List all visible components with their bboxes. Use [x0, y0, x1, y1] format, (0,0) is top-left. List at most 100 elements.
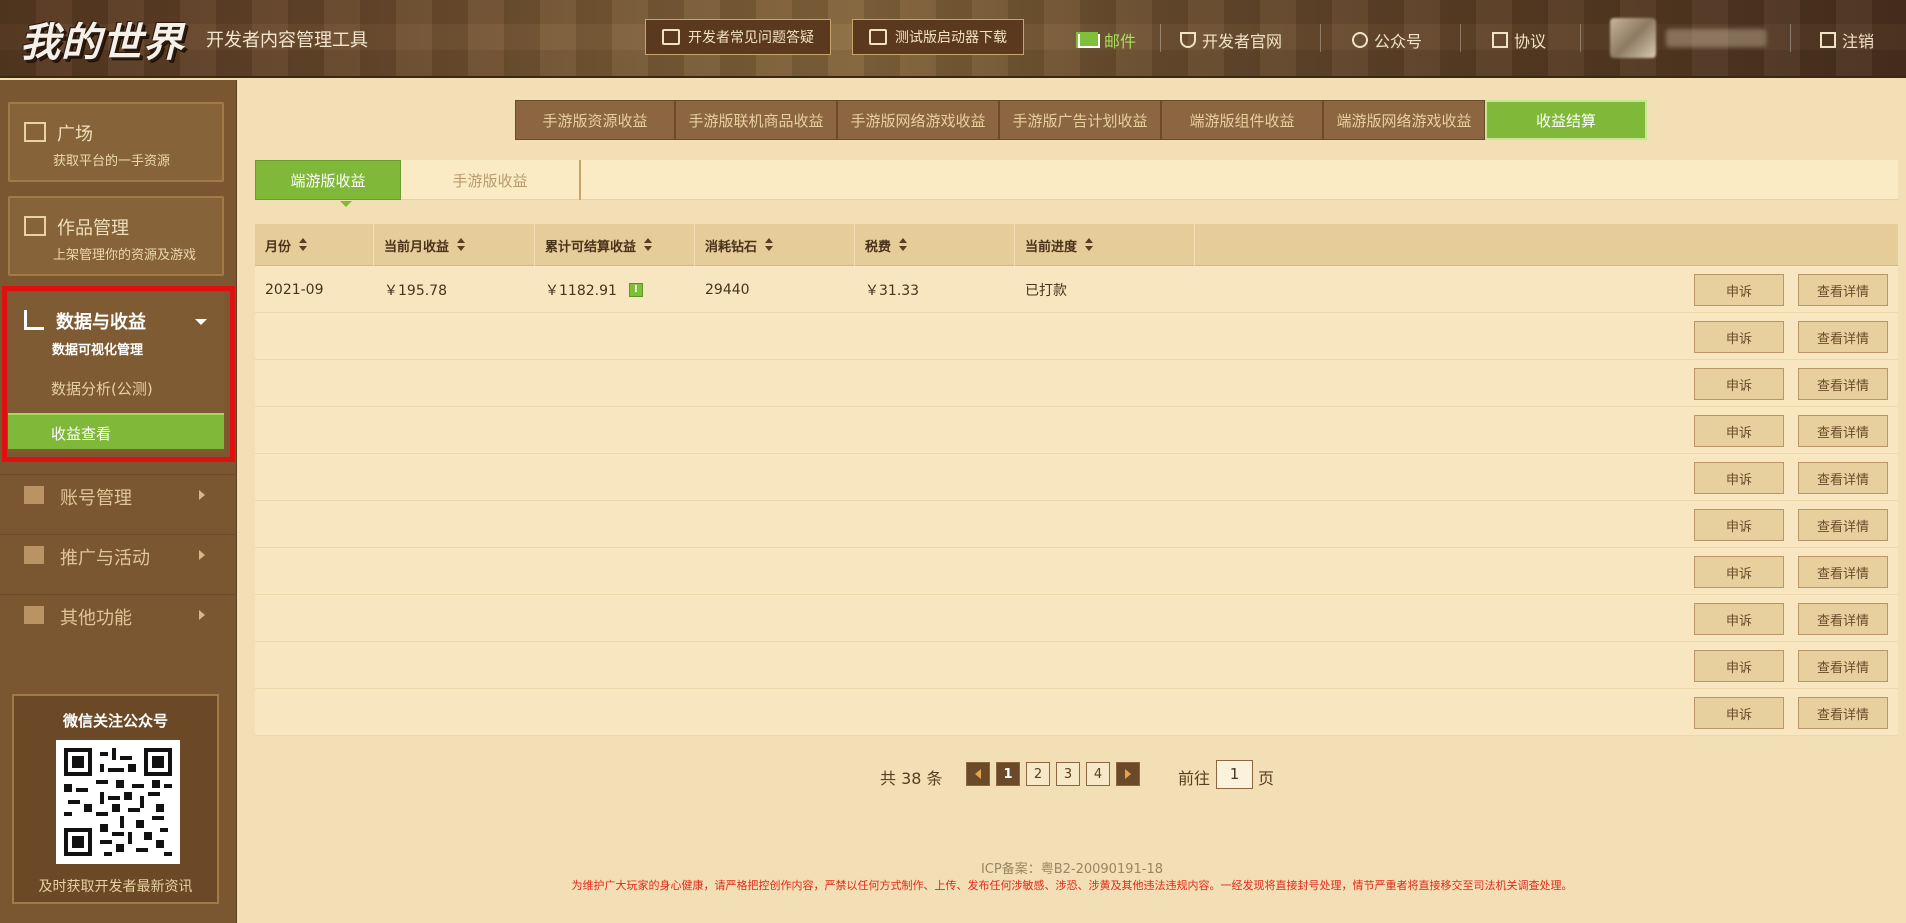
goto-page-input[interactable]: 1 [1216, 760, 1253, 789]
divider [1160, 24, 1161, 52]
folder-icon [24, 216, 46, 236]
table-row: 申诉 查看详情 [255, 689, 1898, 736]
divider [1580, 24, 1581, 52]
logout-link[interactable]: 注销 [1820, 28, 1874, 52]
sidebar-item-account[interactable]: 账号管理 [0, 474, 237, 514]
faq-button-label: 开发者常见问题答疑 [688, 30, 814, 46]
appeal-button[interactable]: 申诉 [1694, 415, 1784, 447]
wechat-link[interactable]: 公众号 [1352, 28, 1422, 52]
wechat-icon [1352, 32, 1368, 48]
agreement-link[interactable]: 协议 [1492, 28, 1546, 52]
tab-mobile-ad-plan[interactable]: 手游版广告计划收益 [999, 100, 1161, 140]
sidebar-item-home[interactable]: 广场 获取平台的一手资源 [8, 102, 224, 182]
appeal-button[interactable]: 申诉 [1694, 274, 1784, 306]
view-detail-button[interactable]: 查看详情 [1798, 462, 1888, 494]
page-2-button[interactable]: 2 [1026, 762, 1050, 786]
logo[interactable]: 我的世界 [20, 10, 184, 68]
wechat-card-title: 微信关注公众号 [62, 712, 168, 730]
col-current-income[interactable]: 当前月收益 [374, 224, 535, 266]
avatar[interactable] [1610, 18, 1656, 58]
view-detail-button[interactable]: 查看详情 [1798, 274, 1888, 306]
appeal-button[interactable]: 申诉 [1694, 697, 1784, 729]
view-detail-button[interactable]: 查看详情 [1798, 509, 1888, 541]
faq-button[interactable]: 开发者常见问题答疑 [645, 19, 831, 55]
table-row: 申诉 查看详情 [255, 360, 1898, 407]
divider [1460, 24, 1461, 52]
tab-mobile-online-goods[interactable]: 手游版联机商品收益 [675, 100, 837, 140]
flag-icon [24, 546, 44, 564]
grid-icon [24, 606, 44, 624]
sidebar-item-works[interactable]: 作品管理 上架管理你的资源及游戏 [8, 196, 224, 276]
col-progress[interactable]: 当前进度 [1015, 224, 1195, 266]
main-content: 手游版资源收益 手游版联机商品收益 手游版网络游戏收益 手游版广告计划收益 端游… [238, 80, 1906, 923]
chevron-right-icon [199, 490, 205, 500]
prev-page-button[interactable] [966, 762, 990, 786]
cell-tax: ￥31.33 [865, 282, 920, 299]
view-detail-button[interactable]: 查看详情 [1798, 556, 1888, 588]
app-subtitle: 开发者内容管理工具 [206, 30, 368, 51]
subtab-pc-income[interactable]: 端游版收益 [255, 160, 401, 207]
appeal-button[interactable]: 申诉 [1694, 556, 1784, 588]
content-warning: 为维护广大玩家的身心健康，请严格把控创作内容，严禁以任何方式制作、上传、发布任何… [571, 879, 1573, 892]
sort-icon[interactable] [299, 238, 308, 252]
info-icon[interactable]: ! [628, 282, 643, 297]
income-tabs: 手游版资源收益 手游版联机商品收益 手游版网络游戏收益 手游版广告计划收益 端游… [515, 100, 1647, 140]
table-row: 申诉 查看详情 [255, 501, 1898, 548]
username[interactable] [1666, 29, 1766, 47]
sidebar-works-sub: 上架管理你的资源及游戏 [53, 248, 197, 263]
pagination: 共 38 条 1 2 3 4 前往 1 页 [238, 760, 1906, 790]
view-detail-button[interactable]: 查看详情 [1798, 697, 1888, 729]
sort-icon[interactable] [765, 238, 774, 252]
sidebar-item-promotion[interactable]: 推广与活动 [0, 534, 237, 574]
table-row: 2021-09 ￥195.78 ￥1182.91! 29440 ￥31.33 已… [255, 266, 1898, 313]
pin-icon [1180, 32, 1196, 48]
sort-icon[interactable] [457, 238, 466, 252]
sidebar-other-label: 其他功能 [60, 608, 132, 629]
col-month[interactable]: 月份 [255, 224, 374, 266]
appeal-button[interactable]: 申诉 [1694, 509, 1784, 541]
page-4-button[interactable]: 4 [1086, 762, 1110, 786]
appeal-button[interactable]: 申诉 [1694, 368, 1784, 400]
mail-icon [1076, 32, 1098, 48]
appeal-button[interactable]: 申诉 [1694, 321, 1784, 353]
col-tax[interactable]: 税费 [855, 224, 1015, 266]
wechat-label: 公众号 [1374, 32, 1423, 51]
sidebar-promotion-label: 推广与活动 [60, 548, 150, 569]
cell-total-value: ￥1182.91 [545, 282, 617, 299]
page-unit-label: 页 [1258, 769, 1275, 788]
icp-record[interactable]: ICP备案：粤B2-20090191-18 [238, 858, 1906, 877]
view-detail-button[interactable]: 查看详情 [1798, 650, 1888, 682]
tab-settlement[interactable]: 收益结算 [1485, 100, 1647, 140]
sidebar-item-other[interactable]: 其他功能 [0, 594, 237, 634]
appeal-button[interactable]: 申诉 [1694, 462, 1784, 494]
view-detail-button[interactable]: 查看详情 [1798, 415, 1888, 447]
appeal-button[interactable]: 申诉 [1694, 603, 1784, 635]
appeal-button[interactable]: 申诉 [1694, 650, 1784, 682]
income-table: 月份 当前月收益 累计可结算收益 消耗钻石 税费 当前进度 2021-09 ￥1… [255, 224, 1898, 736]
col-total-income[interactable]: 累计可结算收益 [535, 224, 695, 266]
col-diamonds[interactable]: 消耗钻石 [695, 224, 855, 266]
next-page-button[interactable] [1116, 762, 1140, 786]
sort-icon[interactable] [1085, 238, 1094, 252]
goto-label: 前往 [1178, 769, 1211, 788]
page-3-button[interactable]: 3 [1056, 762, 1080, 786]
official-site-label: 开发者官网 [1202, 32, 1283, 51]
download-launcher-button[interactable]: 测试版启动器下载 [852, 19, 1024, 55]
cell-current-income: ￥195.78 [384, 282, 447, 299]
subtab-mobile-income[interactable]: 手游版收益 [401, 160, 581, 200]
view-detail-button[interactable]: 查看详情 [1798, 321, 1888, 353]
tab-mobile-network-game[interactable]: 手游版网络游戏收益 [837, 100, 999, 140]
view-detail-button[interactable]: 查看详情 [1798, 603, 1888, 635]
download-icon [869, 29, 887, 45]
tab-pc-component[interactable]: 端游版组件收益 [1161, 100, 1323, 140]
mail-link[interactable]: 邮件 [1076, 28, 1136, 52]
sort-icon[interactable] [644, 238, 653, 252]
sort-icon[interactable] [899, 238, 908, 252]
tab-pc-network-game[interactable]: 端游版网络游戏收益 [1323, 100, 1485, 140]
view-detail-button[interactable]: 查看详情 [1798, 368, 1888, 400]
sidebar-home-title: 广场 [57, 124, 93, 145]
page-1-button[interactable]: 1 [996, 762, 1020, 786]
official-site-link[interactable]: 开发者官网 [1180, 28, 1282, 52]
chevron-right-icon [199, 550, 205, 560]
tab-mobile-resource[interactable]: 手游版资源收益 [515, 100, 675, 140]
